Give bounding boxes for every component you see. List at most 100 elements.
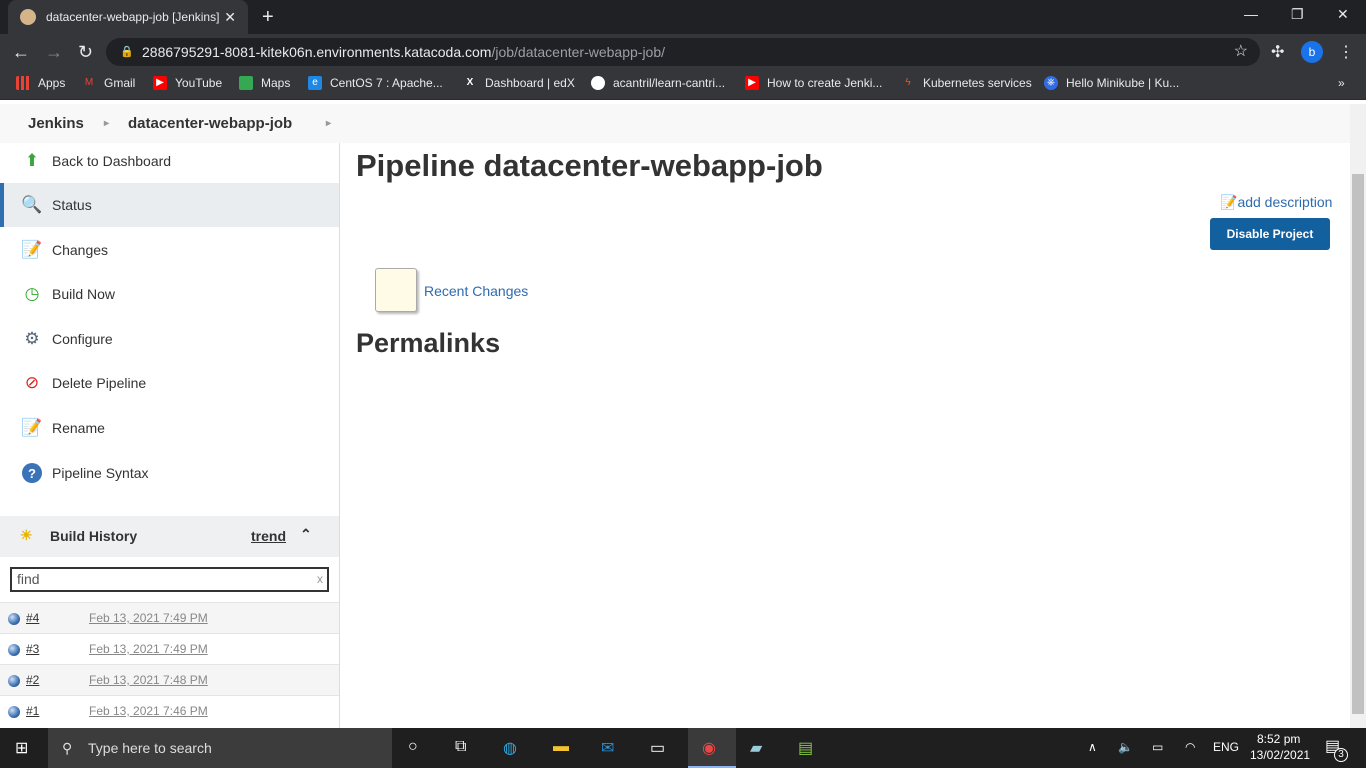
bookmark-minikube[interactable]: ⎈ Hello Minikube | Ku... — [1044, 76, 1179, 90]
bookmark-label: Dashboard | edX — [485, 76, 575, 90]
windows-start-icon[interactable]: ⊞ — [15, 738, 28, 758]
build-number-link[interactable]: #2 — [26, 673, 39, 687]
notepad-app-icon[interactable]: ▤ — [798, 738, 813, 758]
breadcrumb-chevron-icon[interactable]: ▸ — [326, 118, 331, 129]
build-number-link[interactable]: #4 — [26, 611, 39, 625]
url-path: /job/datacenter-webapp-job/ — [491, 44, 666, 60]
sidebar-item-build-now[interactable]: ◷ Build Now — [0, 272, 339, 316]
trend-link[interactable]: trend — [251, 528, 286, 544]
search-icon: ⚲ — [62, 740, 73, 756]
edx-icon: X — [466, 77, 474, 88]
bookmark-youtube[interactable]: ▶ YouTube — [153, 76, 222, 90]
tray-chevron-up-icon[interactable]: ∧ — [1088, 740, 1097, 754]
reload-button[interactable]: ↻ — [78, 42, 93, 63]
bookmark-apps[interactable]: Apps — [16, 76, 65, 90]
build-row: #4 Feb 13, 2021 7:49 PM — [0, 602, 339, 633]
browser-tab-bar: datacenter-webapp-job [Jenkins] ✕ + — ❐ ✕ — [0, 0, 1366, 34]
search-icon: 🔍 — [21, 195, 43, 214]
taskbar-search-input[interactable]: ⚲ Type here to search — [48, 728, 392, 768]
battery-icon[interactable]: ▭ — [1152, 740, 1163, 754]
clock-time[interactable]: 8:52 pm — [1257, 732, 1300, 746]
bookmark-label: Kubernetes services — [923, 76, 1032, 90]
chrome-taskbar-button[interactable]: ◉ — [688, 728, 736, 768]
sidebar: ⬆ Back to Dashboard 🔍 Status 📝 Changes ◷ Bui… — [0, 143, 340, 728]
cortana-icon[interactable]: ○ — [408, 738, 418, 756]
sidebar-item-status[interactable]: 🔍 Status — [0, 183, 339, 227]
clear-filter-icon[interactable]: x — [317, 569, 323, 590]
wifi-icon[interactable]: ◠ — [1185, 740, 1195, 754]
breadcrumb-job[interactable]: datacenter-webapp-job — [128, 115, 292, 132]
build-date-link[interactable]: Feb 13, 2021 7:48 PM — [89, 673, 208, 687]
bookmark-centos[interactable]: e CentOS 7 : Apache... — [308, 76, 443, 90]
build-date-link[interactable]: Feb 13, 2021 7:46 PM — [89, 704, 208, 718]
youtube-icon: ▶ — [153, 76, 167, 90]
mail-icon[interactable]: ✉ — [601, 738, 614, 758]
bookmark-label: Maps — [261, 76, 291, 90]
build-filter-input[interactable]: find x — [10, 567, 329, 592]
close-tab-icon[interactable]: ✕ — [224, 9, 236, 26]
bookmark-jenkins-video[interactable]: ▶ How to create Jenki... — [745, 76, 882, 90]
breadcrumb-jenkins[interactable]: Jenkins — [28, 115, 84, 132]
task-view-icon[interactable]: ⧉ — [455, 738, 466, 756]
notification-count-badge: 3 — [1334, 748, 1348, 762]
bookmark-label: YouTube — [175, 76, 223, 90]
edge-icon[interactable]: ◍ — [503, 738, 517, 758]
more-bookmarks-icon[interactable]: » — [1338, 76, 1345, 90]
file-explorer-icon[interactable]: ▬ — [553, 738, 569, 756]
page-scrollbar[interactable] — [1350, 104, 1366, 728]
menu-icon[interactable]: ⋮ — [1338, 42, 1354, 62]
clock-date[interactable]: 13/02/2021 — [1250, 748, 1310, 762]
gmail-icon: M — [84, 77, 94, 88]
bookmark-github[interactable]: acantril/learn-cantri... — [591, 76, 725, 90]
volume-icon[interactable]: 🔈 — [1118, 740, 1133, 754]
apps-grid-icon — [16, 76, 30, 90]
bookmark-edx[interactable]: X Dashboard | edX — [463, 76, 575, 90]
sidebar-item-delete-pipeline[interactable]: ⊘ Delete Pipeline — [0, 361, 339, 405]
disable-project-button[interactable]: Disable Project — [1210, 218, 1330, 250]
sidebar-item-label: Rename — [52, 420, 105, 436]
build-date-link[interactable]: Feb 13, 2021 7:49 PM — [89, 611, 208, 625]
forward-button[interactable]: → — [45, 42, 63, 63]
minimize-button[interactable]: — — [1244, 6, 1258, 22]
close-window-button[interactable]: ✕ — [1337, 6, 1349, 23]
sidebar-item-rename[interactable]: 📝 Rename — [0, 406, 339, 450]
sidebar-item-label: Status — [52, 197, 92, 213]
notepad-icon — [375, 268, 417, 312]
add-description-link[interactable]: 📝add description — [1220, 194, 1332, 211]
permalinks-heading: Permalinks — [356, 328, 501, 358]
build-number-link[interactable]: #3 — [26, 642, 39, 656]
bookmark-gmail[interactable]: M Gmail — [82, 76, 136, 90]
maps-icon — [239, 76, 253, 90]
build-row: #3 Feb 13, 2021 7:49 PM — [0, 633, 339, 664]
bookmark-star-icon[interactable]: ☆ — [1234, 38, 1248, 66]
build-date-link[interactable]: Feb 13, 2021 7:49 PM — [89, 642, 208, 656]
sidebar-item-configure[interactable]: ⚙ Configure — [0, 317, 339, 361]
lock-icon: 🔒 — [120, 46, 134, 58]
bookmark-maps[interactable]: Maps — [239, 76, 290, 90]
new-tab-button[interactable]: + — [262, 6, 274, 29]
add-description-label: add description — [1237, 194, 1333, 210]
url-input[interactable]: 🔒 2886795291-8081-kitek06n.environments.k… — [106, 38, 1260, 66]
back-button[interactable]: ← — [12, 42, 30, 63]
jenkins-favicon-icon — [20, 9, 36, 25]
profile-avatar[interactable]: b — [1301, 41, 1323, 63]
language-indicator[interactable]: ENG — [1213, 740, 1239, 754]
tab-title: datacenter-webapp-job [Jenkins] — [46, 10, 220, 24]
app-icon[interactable]: ▰ — [750, 738, 762, 758]
scrollbar-thumb[interactable] — [1352, 174, 1364, 714]
bookmark-kubernetes-services[interactable]: ϟ Kubernetes services — [901, 76, 1032, 90]
extensions-icon[interactable]: ✣ — [1271, 42, 1284, 62]
collapse-chevron-up-icon[interactable]: ⌃ — [300, 526, 312, 543]
recent-changes-link[interactable]: Recent Changes — [424, 283, 528, 299]
terminal-icon[interactable]: ▭ — [650, 738, 665, 758]
breadcrumb-chevron-icon[interactable]: ▸ — [104, 118, 109, 129]
kubernetes-services-icon: ϟ — [905, 77, 911, 88]
sidebar-item-pipeline-syntax[interactable]: ? Pipeline Syntax — [0, 451, 339, 495]
browser-tab[interactable]: datacenter-webapp-job [Jenkins] ✕ — [8, 0, 248, 34]
sidebar-item-changes[interactable]: 📝 Changes — [0, 228, 339, 272]
sidebar-item-back-to-dashboard[interactable]: ⬆ Back to Dashboard — [0, 139, 339, 183]
bookmark-label: Gmail — [104, 76, 136, 90]
restore-button[interactable]: ❐ — [1291, 6, 1304, 23]
build-number-link[interactable]: #1 — [26, 704, 39, 718]
sidebar-item-label: Pipeline Syntax — [52, 465, 149, 481]
